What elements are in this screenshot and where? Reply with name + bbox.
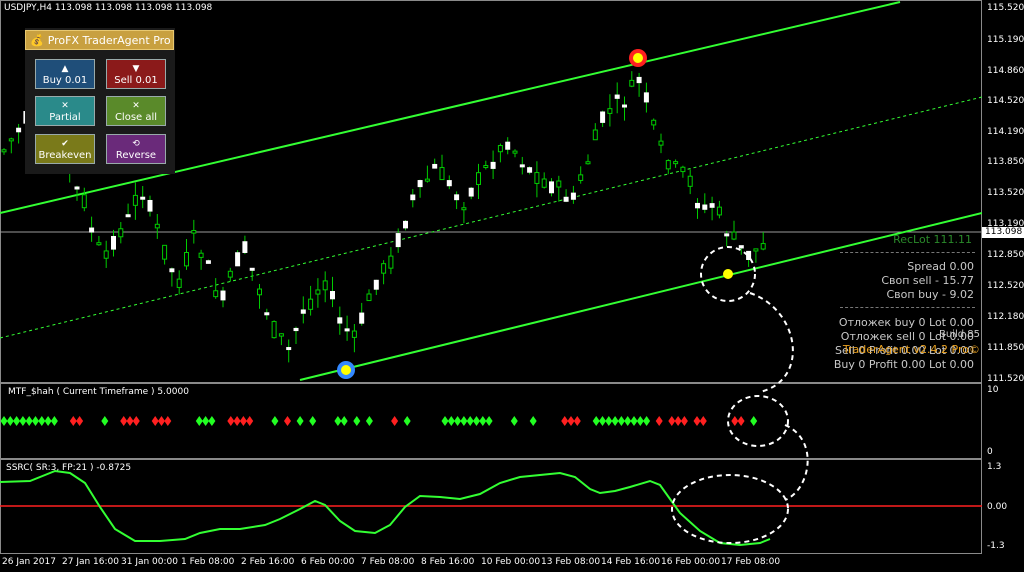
annotation-connectors (749, 292, 809, 501)
time-tick-label: 1 Feb 08:00 (181, 557, 235, 567)
price-tick-label: 115.190 (987, 35, 1024, 45)
price-tick-label: 113.850 (987, 157, 1024, 167)
price-tick-label: 111.850 (987, 343, 1024, 353)
time-tick-label: 6 Feb 00:00 (301, 557, 355, 567)
time-tick-label: 7 Feb 08:00 (361, 557, 415, 567)
price-tick-label: 114.190 (987, 127, 1024, 137)
time-tick-label: 16 Feb 00:00 (661, 557, 721, 567)
indicator1-axis-bottom: 0 (987, 447, 993, 457)
time-tick-label: 31 Jan 00:00 (121, 557, 178, 567)
time-tick-label: 2 Feb 16:00 (241, 557, 295, 567)
time-tick-label: 14 Feb 16:00 (601, 557, 661, 567)
price-tick-label: 115.520 (987, 3, 1024, 13)
current-price-tag: 113.098 (982, 227, 1024, 238)
price-tick-label: 112.850 (987, 250, 1024, 260)
time-tick-label: 8 Feb 16:00 (421, 557, 475, 567)
indicator1-axis-top: 10 (987, 385, 999, 395)
price-tick-label: 112.180 (987, 312, 1024, 322)
indicator2-axis-top: 1.3 (987, 462, 1002, 472)
indicator2-axis-mid: 0.00 (987, 502, 1008, 512)
time-tick-label: 13 Feb 08:00 (541, 557, 601, 567)
price-tick-label: 111.520 (987, 374, 1024, 384)
time-tick-label: 10 Feb 00:00 (481, 557, 541, 567)
time-tick-label: 27 Jan 16:00 (62, 557, 119, 567)
price-tick-label: 112.520 (987, 281, 1024, 291)
price-tick-label: 113.520 (987, 188, 1024, 198)
time-tick-label: 26 Jan 2017 (2, 557, 56, 567)
indicator2-axis-bottom: -1.3 (987, 541, 1005, 551)
price-tick-label: 114.860 (987, 66, 1024, 76)
price-tick-label: 114.520 (987, 96, 1024, 106)
time-tick-label: 17 Feb 08:00 (721, 557, 781, 567)
